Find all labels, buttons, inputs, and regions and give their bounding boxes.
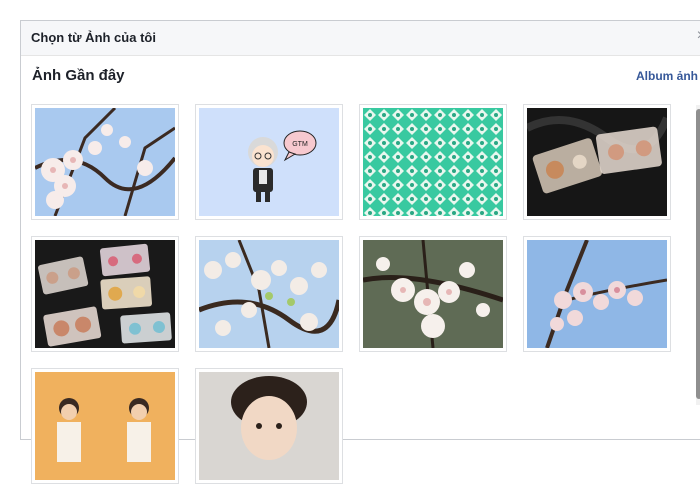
scrollbar-thumb[interactable] <box>696 109 700 399</box>
cartoon-character-image: GTM <box>199 108 339 216</box>
photo-picker-dialog: Chọn từ Ảnh của tôi × Ảnh Gần đây Album … <box>20 20 700 484</box>
album-link[interactable]: Album ảnh <box>636 69 698 83</box>
close-icon[interactable]: × <box>697 27 700 45</box>
photo-thumbnail-3[interactable] <box>359 104 507 220</box>
cherry-blossom-photo <box>35 108 175 216</box>
photo-thumbnail-1[interactable] <box>31 104 179 220</box>
cassette-tapes-photo <box>35 240 175 348</box>
cherry-blossom-photo <box>199 240 339 348</box>
photo-thumbnail-5[interactable] <box>31 236 179 352</box>
photo-thumbnail-7[interactable] <box>359 236 507 352</box>
dialog-title: Chọn từ Ảnh của tôi <box>31 30 156 45</box>
photo-thumbnail-8[interactable] <box>523 236 671 352</box>
dialog-header: Chọn từ Ảnh của tôi × <box>21 21 700 56</box>
section-title: Ảnh Gần đây <box>32 67 125 84</box>
portrait-photo <box>199 372 339 480</box>
photo-thumbnail-6[interactable] <box>195 236 343 352</box>
teal-pattern-image <box>363 108 503 216</box>
photo-thumbnail-9[interactable] <box>31 368 179 484</box>
photo-thumbnail-10[interactable] <box>195 368 343 484</box>
group-photo <box>35 372 175 480</box>
photo-thumbnail-4[interactable] <box>523 104 671 220</box>
speech-bubble-text: GTM <box>292 141 308 148</box>
photo-thumbnail-2[interactable]: GTM <box>195 104 343 220</box>
cherry-blossom-photo <box>527 240 667 348</box>
cassette-tapes-photo <box>527 108 667 216</box>
cherry-blossom-photo <box>363 240 503 348</box>
